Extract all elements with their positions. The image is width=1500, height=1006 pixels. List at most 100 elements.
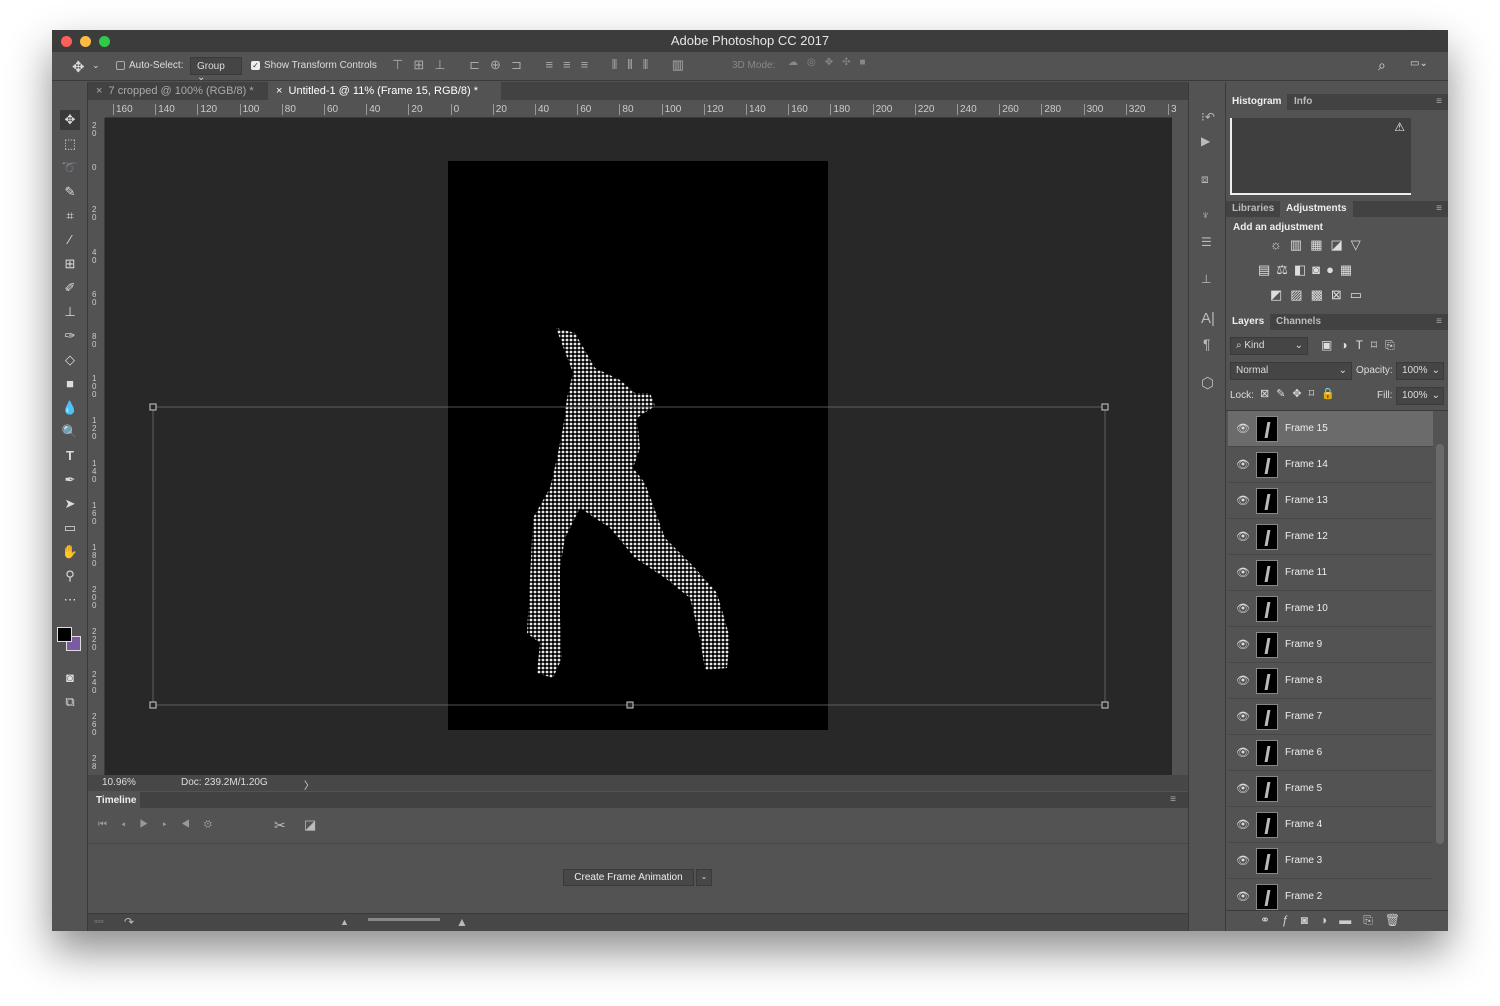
tab-histogram[interactable]: Histogram <box>1226 94 1288 110</box>
tab-libraries[interactable]: Libraries <box>1226 201 1280 217</box>
3d-tool-icons[interactable]: ☁◎✥✣■ <box>788 57 875 68</box>
align-icons[interactable]: ⊤⊞⊥ ⊏⊕⊐ ≡≡≡ ⫴⫴⫴ ▥ <box>392 57 694 73</box>
marquee-tool-icon[interactable]: ⬚ <box>60 134 80 154</box>
eyedropper-tool-icon[interactable]: ⁄ <box>60 230 80 250</box>
clone-source-icon[interactable]: ⊥ <box>1201 272 1211 286</box>
3d-properties-icon[interactable]: ⧈ <box>1201 172 1209 187</box>
eye-icon[interactable]: 👁 <box>1236 782 1250 795</box>
panel-menu-icon[interactable]: ≡ <box>1436 96 1442 107</box>
layer-row[interactable]: 👁 Frame 3 <box>1228 843 1433 879</box>
close-button[interactable] <box>61 36 72 47</box>
path-select-tool-icon[interactable]: ➤ <box>60 494 80 514</box>
frame-mode-icon[interactable]: ▫▫▫ <box>94 916 104 926</box>
convert-arrow-icon[interactable]: ↷ <box>124 915 134 929</box>
search-icon[interactable]: ⌕ <box>1378 57 1386 74</box>
show-transform-checkbox[interactable]: ✓ <box>251 61 260 70</box>
tab-untitled-1[interactable]: × Untitled-1 @ 11% (Frame 15, RGB/8) * <box>268 82 501 100</box>
layer-row[interactable]: 👁 Frame 5 <box>1228 771 1433 807</box>
layer-row[interactable]: 👁 Frame 15 <box>1228 411 1433 447</box>
tab-7-cropped[interactable]: × 7 cropped @ 100% (RGB/8) * <box>88 82 268 100</box>
layer-row[interactable]: 👁 Frame 10 <box>1228 591 1433 627</box>
type-tool-icon[interactable]: T <box>60 446 80 466</box>
rectangle-tool-icon[interactable]: ▭ <box>60 518 80 538</box>
workspace-icon[interactable]: ▭⌄ <box>1410 58 1428 69</box>
layer-row[interactable]: 👁 Frame 4 <box>1228 807 1433 843</box>
eye-icon[interactable]: 👁 <box>1236 890 1250 903</box>
tab-info[interactable]: Info <box>1288 94 1318 110</box>
3d-cube-icon[interactable]: ⬡ <box>1201 374 1214 392</box>
layer-row[interactable]: 👁 Frame 9 <box>1228 627 1433 663</box>
scissors-icon[interactable]: ✂ <box>274 817 286 834</box>
zoom-button[interactable] <box>99 36 110 47</box>
zoom-in-icon[interactable]: ▲ <box>456 915 468 929</box>
layer-row[interactable]: 👁 Frame 11 <box>1228 555 1433 591</box>
chevron-down-icon[interactable]: ⌄ <box>92 60 100 71</box>
healing-tool-icon[interactable]: ⊞ <box>60 254 80 274</box>
quick-select-tool-icon[interactable]: ✎ <box>60 182 80 202</box>
eye-icon[interactable]: 👁 <box>1236 674 1250 687</box>
paragraph-icon[interactable]: ¶ <box>1203 336 1211 352</box>
zoom-out-icon[interactable]: ▲ <box>340 917 349 927</box>
layer-filter-dropdown[interactable]: ⌕ Kind ⌄ <box>1230 337 1308 355</box>
fill-field[interactable]: 100% ⌄ <box>1396 387 1444 405</box>
layer-row[interactable]: 👁 Frame 12 <box>1228 519 1433 555</box>
minimize-button[interactable] <box>80 36 91 47</box>
eye-icon[interactable]: 👁 <box>1236 818 1250 831</box>
brush-settings-icon[interactable]: ☰ <box>1201 235 1212 249</box>
adjustment-icons-row-1[interactable]: ☼▥▦◪▽ <box>1270 237 1369 253</box>
opacity-field[interactable]: 100% ⌄ <box>1396 362 1444 380</box>
layer-row[interactable]: 👁 Frame 7 <box>1228 699 1433 735</box>
layer-filter-icons[interactable]: ▣◑T⌑⎘ <box>1321 338 1403 353</box>
crop-tool-icon[interactable]: ⌗ <box>60 206 80 226</box>
character-icon[interactable]: A| <box>1201 310 1215 327</box>
layers-footer-icons[interactable]: ⚭ƒ◙◑▬⎘🗑 <box>1226 910 1448 931</box>
zoom-level[interactable]: 10.96% <box>102 777 136 788</box>
lock-icons[interactable]: ⊠✎✥⌑🔒 <box>1260 387 1342 400</box>
foreground-color-swatch[interactable] <box>57 627 72 642</box>
brushes-icon[interactable]: ♆ <box>1201 208 1210 222</box>
animation-type-dropdown[interactable]: ⌄ <box>696 869 712 886</box>
eye-icon[interactable]: 👁 <box>1236 710 1250 723</box>
eye-icon[interactable]: 👁 <box>1236 566 1250 579</box>
history-icon[interactable]: ⁝↶ <box>1201 110 1215 124</box>
panel-menu-icon[interactable]: ≡ <box>1436 203 1442 214</box>
tab-adjustments[interactable]: Adjustments <box>1280 201 1353 217</box>
transition-icon[interactable]: ◪ <box>304 817 316 833</box>
eye-icon[interactable]: 👁 <box>1236 458 1250 471</box>
layer-row[interactable]: 👁 Frame 13 <box>1228 483 1433 519</box>
zoom-tool-icon[interactable]: ⚲ <box>60 566 80 586</box>
layer-row[interactable]: 👁 Frame 8 <box>1228 663 1433 699</box>
eye-icon[interactable]: 👁 <box>1236 602 1250 615</box>
history-brush-icon[interactable]: ✑ <box>60 326 80 346</box>
blend-mode-dropdown[interactable]: Normal ⌄ <box>1230 362 1352 380</box>
eye-icon[interactable]: 👁 <box>1236 854 1250 867</box>
panel-menu-icon[interactable]: ≡ <box>1170 794 1176 805</box>
document-canvas[interactable] <box>105 118 1172 775</box>
zoom-slider[interactable] <box>368 918 440 921</box>
move-tool-icon[interactable]: ✥ <box>60 110 80 130</box>
eye-icon[interactable]: 👁 <box>1236 638 1250 651</box>
move-tool-icon[interactable]: ✥ <box>72 58 85 76</box>
layer-row[interactable]: 👁 Frame 2 <box>1228 879 1433 910</box>
auto-select-dropdown[interactable]: Group ⌄ <box>190 57 242 83</box>
gradient-tool-icon[interactable]: ■ <box>60 374 80 394</box>
eye-icon[interactable]: 👁 <box>1236 530 1250 543</box>
tab-channels[interactable]: Channels <box>1270 314 1327 330</box>
brush-tool-icon[interactable]: ✐ <box>60 278 80 298</box>
lasso-tool-icon[interactable]: ➰ <box>60 158 80 178</box>
playback-controls[interactable]: ⏮◂▶▸◀⚙ <box>98 819 226 830</box>
dodge-tool-icon[interactable]: 🔍 <box>60 422 80 442</box>
adjustment-icons-row-3[interactable]: ◩▨▩⊠▭ <box>1270 287 1370 303</box>
panel-menu-icon[interactable]: ≡ <box>1436 316 1442 327</box>
eye-icon[interactable]: 👁 <box>1236 422 1250 435</box>
blur-tool-icon[interactable]: 💧 <box>60 398 80 418</box>
hand-tool-icon[interactable]: ✋ <box>60 542 80 562</box>
quick-mask-icon[interactable]: ◙ <box>60 668 80 688</box>
warning-icon[interactable]: ⚠ <box>1394 120 1405 134</box>
layer-row[interactable]: 👁 Frame 6 <box>1228 735 1433 771</box>
screen-mode-icon[interactable]: ⧉ <box>60 692 80 712</box>
adjustment-icons-row-2[interactable]: ▤⚖◧◙●▦ <box>1258 262 1358 278</box>
pen-tool-icon[interactable]: ✒ <box>60 470 80 490</box>
stamp-tool-icon[interactable]: ⊥ <box>60 302 80 322</box>
eye-icon[interactable]: 👁 <box>1236 494 1250 507</box>
